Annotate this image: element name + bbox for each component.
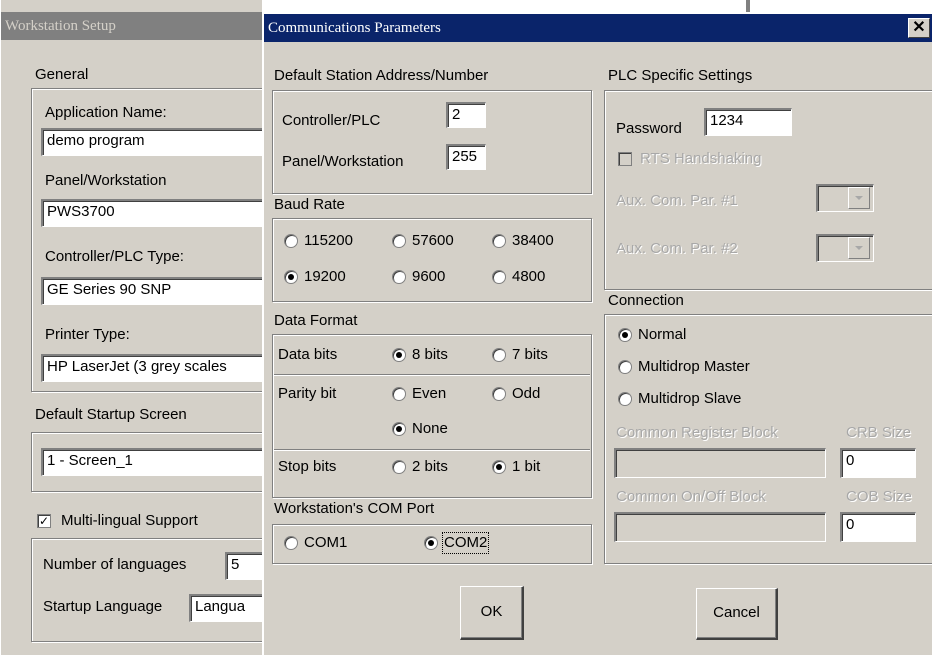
plc-type-select[interactable]: GE Series 90 SNP — [41, 277, 271, 305]
aux-com-par-1-label: Aux. Com. Par. #1 — [616, 192, 738, 209]
crb-size-input[interactable]: 0 — [840, 448, 916, 478]
close-icon[interactable]: ✕ — [908, 18, 930, 38]
plc-settings-group-label: PLC Specific Settings — [608, 67, 753, 84]
parity-odd-radio[interactable] — [492, 387, 506, 401]
baud-rate-group-label: Baud Rate — [274, 196, 345, 213]
com1-label: COM1 — [304, 534, 348, 551]
baud-9600-label: 9600 — [412, 268, 446, 285]
connection-group-label: Connection — [608, 292, 684, 309]
station-group — [272, 90, 592, 194]
baud-4800-label: 4800 — [512, 268, 546, 285]
number-of-languages-label: Number of languages — [43, 556, 187, 573]
baud-19200-label: 19200 — [304, 268, 346, 285]
multidrop-slave-label: Multidrop Slave — [638, 390, 742, 407]
baud-19200-radio[interactable] — [284, 270, 298, 284]
com2-radio[interactable] — [424, 536, 438, 550]
baud-57600-label: 57600 — [412, 232, 454, 249]
baud-115200-label: 115200 — [304, 232, 353, 249]
data-bits-7-radio[interactable] — [492, 348, 506, 362]
communications-parameters-dialog: Communications Parameters ✕ Default Stat… — [262, 12, 932, 655]
dialog-title: Communications Parameters — [268, 20, 441, 36]
stop-bits-2-radio[interactable] — [392, 460, 406, 474]
data-format-divider — [274, 374, 590, 376]
normal-radio[interactable] — [618, 328, 632, 342]
panel-workstation-address-input[interactable]: 255 — [446, 144, 486, 170]
baud-4800-radio[interactable] — [492, 270, 506, 284]
data-bits-7-label: 7 bits — [512, 346, 548, 363]
baud-38400-radio[interactable] — [492, 234, 506, 248]
printer-type-select[interactable]: HP LaserJet (3 grey scales — [41, 354, 271, 382]
rts-handshaking-checkbox[interactable] — [618, 152, 632, 166]
password-input[interactable]: 1234 — [704, 108, 792, 136]
parity-even-radio[interactable] — [392, 387, 406, 401]
crb-size-label: CRB Size — [846, 424, 912, 441]
default-startup-screen-label: Default Startup Screen — [35, 406, 187, 423]
startup-language-label: Startup Language — [43, 598, 163, 615]
workstation-setup-title: Workstation Setup — [1, 12, 263, 40]
chevron-down-icon[interactable] — [848, 187, 870, 209]
common-on-off-block-input[interactable] — [614, 512, 826, 542]
multidrop-master-radio[interactable] — [618, 360, 632, 374]
stop-bits-1-label: 1 bit — [512, 458, 541, 475]
controller-plc-input[interactable]: 2 — [446, 102, 486, 128]
common-register-block-label: Common Register Block — [616, 424, 778, 441]
dialog-title-bar: Communications Parameters ✕ — [264, 14, 932, 42]
data-format-group-label: Data Format — [274, 312, 358, 329]
parity-none-label: None — [412, 420, 448, 437]
parity-odd-label: Odd — [512, 385, 541, 402]
stop-bits-label: Stop bits — [278, 458, 337, 475]
rts-handshaking-label: RTS Handshaking — [640, 150, 762, 167]
data-bits-8-label: 8 bits — [412, 346, 448, 363]
cancel-button[interactable]: Cancel — [696, 588, 778, 640]
startup-screen-select[interactable]: 1 - Screen_1 — [41, 448, 271, 476]
ok-button[interactable]: OK — [460, 586, 524, 640]
com-port-group-label: Workstation's COM Port — [274, 500, 435, 517]
startup-language-select[interactable]: Langua — [189, 594, 271, 622]
data-format-divider — [274, 449, 590, 451]
baud-57600-radio[interactable] — [392, 234, 406, 248]
controller-plc-label: Controller/PLC — [282, 112, 381, 129]
aux-com-par-2-label: Aux. Com. Par. #2 — [616, 240, 738, 257]
common-register-block-input[interactable] — [614, 448, 826, 478]
workstation-setup-window: Workstation Setup General Application Na… — [0, 0, 271, 655]
application-name-input[interactable]: demo program — [41, 128, 271, 156]
cob-size-input[interactable]: 0 — [840, 512, 916, 542]
baud-9600-radio[interactable] — [392, 270, 406, 284]
baud-38400-label: 38400 — [512, 232, 554, 249]
panel-workstation-select[interactable]: PWS3700 — [41, 199, 271, 227]
background-window-edge — [746, 0, 750, 12]
com2-label: COM2 — [441, 532, 490, 554]
password-label: Password — [616, 120, 682, 137]
cob-size-label: COB Size — [846, 488, 912, 505]
multilingual-label: Multi-lingual Support — [61, 512, 198, 529]
panel-workstation-address-label: Panel/Workstation — [282, 153, 404, 170]
normal-label: Normal — [638, 326, 687, 343]
multilingual-checkbox[interactable]: ✓ — [37, 514, 51, 528]
plc-type-label: Controller/PLC Type: — [45, 248, 184, 265]
data-bits-8-radio[interactable] — [392, 348, 406, 362]
common-on-off-block-label: Common On/Off Block — [616, 488, 766, 505]
com1-radio[interactable] — [284, 536, 298, 550]
data-bits-label: Data bits — [278, 346, 338, 363]
application-name-label: Application Name: — [45, 104, 167, 121]
baud-rate-group — [272, 218, 592, 302]
panel-workstation-label: Panel/Workstation — [45, 172, 167, 189]
chevron-down-icon[interactable] — [848, 237, 870, 259]
multidrop-slave-radio[interactable] — [618, 392, 632, 406]
parity-even-label: Even — [412, 385, 447, 402]
parity-none-radio[interactable] — [392, 422, 406, 436]
stop-bits-1-radio[interactable] — [492, 460, 506, 474]
baud-115200-radio[interactable] — [284, 234, 298, 248]
printer-type-label: Printer Type: — [45, 326, 130, 343]
station-group-label: Default Station Address/Number — [274, 67, 489, 84]
multidrop-master-label: Multidrop Master — [638, 358, 750, 375]
stop-bits-2-label: 2 bits — [412, 458, 448, 475]
general-group-label: General — [35, 66, 89, 83]
parity-bit-label: Parity bit — [278, 385, 337, 402]
